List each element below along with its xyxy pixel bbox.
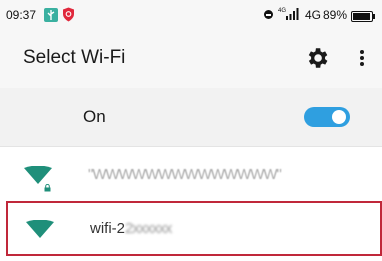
svg-text:4G: 4G <box>278 8 286 14</box>
more-options-button[interactable] <box>352 45 372 71</box>
app-header: Select Wi-Fi <box>0 30 382 88</box>
more-vertical-icon <box>352 50 372 74</box>
divider <box>0 146 382 147</box>
wifi-signal-icon <box>26 219 54 238</box>
shield-icon <box>62 7 75 22</box>
network-item[interactable]: "WWWWWWWWWWWWWW" <box>0 150 382 200</box>
wifi-toggle-switch[interactable] <box>304 107 350 127</box>
status-time: 09:37 <box>6 8 37 22</box>
dnd-icon <box>264 10 273 19</box>
usb-icon <box>44 8 58 22</box>
gear-icon <box>304 48 330 74</box>
battery-percent: 89% <box>323 8 348 22</box>
ssid-prefix: wifi-2 <box>90 220 126 237</box>
signal-icon: 4G <box>278 5 304 21</box>
network-item-selected[interactable]: wifi-22xxxxxx <box>6 201 382 256</box>
lock-icon <box>44 179 51 192</box>
ssid-obscured: 2xxxxxx <box>125 220 172 237</box>
status-bar: 09:37 4G 4G 89% <box>0 0 382 30</box>
network-ssid: wifi-22xxxxxx <box>90 220 172 237</box>
wifi-toggle-label: On <box>83 107 106 126</box>
battery-icon <box>351 9 377 22</box>
page-title: Select Wi-Fi <box>23 47 126 68</box>
settings-button[interactable] <box>304 45 330 71</box>
network-ssid: "WWWWWWWWWWWWWW" <box>88 166 282 183</box>
network-type: 4G <box>305 8 322 22</box>
toggle-knob <box>332 110 346 124</box>
wifi-toggle-row[interactable]: On <box>0 88 382 146</box>
